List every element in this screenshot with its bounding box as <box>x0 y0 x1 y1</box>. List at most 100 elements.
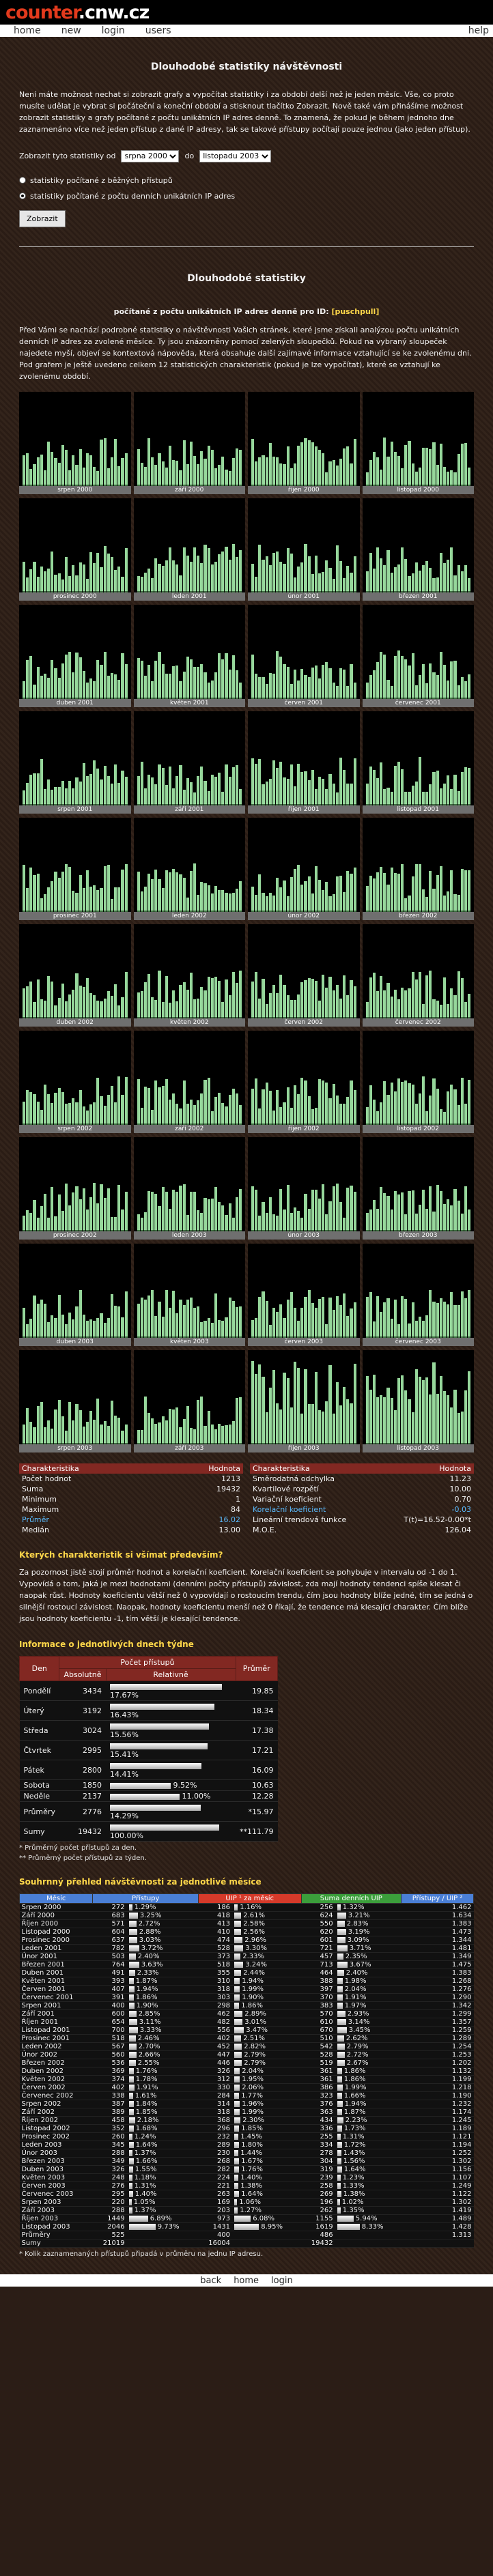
day-bar[interactable] <box>137 872 140 913</box>
day-bar[interactable] <box>372 1321 376 1339</box>
day-bar[interactable] <box>200 1321 203 1339</box>
day-bar[interactable] <box>51 1315 54 1339</box>
day-bar[interactable] <box>272 760 276 806</box>
day-bar[interactable] <box>165 674 168 700</box>
day-bar[interactable] <box>110 457 114 487</box>
day-bar[interactable] <box>268 1324 272 1339</box>
day-bar[interactable] <box>343 1293 346 1339</box>
day-bar[interactable] <box>453 472 457 487</box>
show-button[interactable]: Zobrazit <box>19 210 66 228</box>
day-bar[interactable] <box>286 778 290 806</box>
day-bar[interactable] <box>193 1429 197 1445</box>
day-bar[interactable] <box>85 1321 89 1339</box>
day-bar[interactable] <box>397 999 401 1019</box>
day-bar[interactable] <box>350 663 353 700</box>
day-bar[interactable] <box>203 1321 207 1339</box>
day-bar[interactable] <box>397 1323 401 1339</box>
day-bar[interactable] <box>61 445 64 487</box>
day-bar[interactable] <box>85 978 89 1019</box>
day-bar[interactable] <box>93 994 96 1019</box>
day-bar[interactable] <box>439 553 442 593</box>
day-bar[interactable] <box>300 442 304 487</box>
menu-new[interactable]: new <box>48 25 88 36</box>
day-bar[interactable] <box>107 991 110 1019</box>
day-bar[interactable] <box>372 568 376 593</box>
day-bar[interactable] <box>414 472 418 487</box>
day-bar[interactable] <box>165 1191 168 1232</box>
day-bar[interactable] <box>61 1315 64 1339</box>
day-bar[interactable] <box>117 887 121 913</box>
day-bar[interactable] <box>235 1306 239 1339</box>
day-bar[interactable] <box>397 874 401 913</box>
day-bar[interactable] <box>64 1183 68 1232</box>
day-bar[interactable] <box>339 999 343 1019</box>
day-bar[interactable] <box>29 1092 33 1126</box>
day-bar[interactable] <box>447 1004 450 1019</box>
day-bar[interactable] <box>182 440 186 487</box>
day-bar[interactable] <box>165 785 168 806</box>
day-bar[interactable] <box>193 456 197 487</box>
day-bar[interactable] <box>404 444 408 487</box>
day-bar[interactable] <box>197 555 200 593</box>
day-bar[interactable] <box>117 567 121 593</box>
day-bar[interactable] <box>147 438 151 487</box>
day-bar[interactable] <box>468 994 471 1019</box>
day-bar[interactable] <box>318 1299 322 1339</box>
day-bar[interactable] <box>189 1297 193 1339</box>
day-bar[interactable] <box>447 1199 450 1232</box>
day-bar[interactable] <box>214 1429 218 1445</box>
day-bar[interactable] <box>203 672 207 700</box>
day-bar[interactable] <box>103 999 107 1019</box>
day-bar[interactable] <box>29 981 33 1019</box>
day-bar[interactable] <box>137 1214 140 1232</box>
day-bar[interactable] <box>436 1088 439 1126</box>
day-bar[interactable] <box>193 667 197 700</box>
day-bar[interactable] <box>369 553 372 593</box>
day-bar[interactable] <box>200 451 203 487</box>
day-bar[interactable] <box>235 982 239 1019</box>
day-bar[interactable] <box>468 1289 471 1339</box>
day-bar[interactable] <box>464 442 468 487</box>
day-bar[interactable] <box>314 1371 318 1445</box>
day-bar[interactable] <box>442 1111 447 1126</box>
day-bar[interactable] <box>207 547 210 593</box>
day-bar[interactable] <box>51 789 54 806</box>
day-bar[interactable] <box>328 1201 332 1232</box>
day-bar[interactable] <box>175 1407 179 1445</box>
day-bar[interactable] <box>265 1212 268 1232</box>
day-bar[interactable] <box>186 1300 189 1339</box>
day-bar[interactable] <box>304 881 307 913</box>
day-bar[interactable] <box>386 457 390 487</box>
day-bar[interactable] <box>376 661 380 700</box>
day-bar[interactable] <box>401 1081 404 1126</box>
day-bar[interactable] <box>311 893 314 913</box>
day-bar[interactable] <box>154 464 158 487</box>
day-bar[interactable] <box>335 545 339 593</box>
day-bar[interactable] <box>268 992 272 1019</box>
day-bar[interactable] <box>72 990 75 1019</box>
day-bar[interactable] <box>408 441 411 487</box>
day-bar[interactable] <box>393 567 397 593</box>
day-bar[interactable] <box>365 1297 369 1339</box>
day-bar[interactable] <box>457 791 460 806</box>
day-bar[interactable] <box>268 1197 272 1232</box>
day-bar[interactable] <box>339 1103 343 1126</box>
day-bar[interactable] <box>210 681 214 700</box>
day-bar[interactable] <box>82 467 85 487</box>
day-bar[interactable] <box>262 784 265 806</box>
day-bar[interactable] <box>393 873 397 913</box>
day-bar[interactable] <box>353 758 356 806</box>
day-bar[interactable] <box>450 661 453 700</box>
day-bar[interactable] <box>43 470 47 487</box>
day-bar[interactable] <box>346 783 350 806</box>
day-bar[interactable] <box>114 569 117 593</box>
day-bar[interactable] <box>75 973 79 1019</box>
day-bar[interactable] <box>197 667 200 700</box>
day-bar[interactable] <box>147 1190 151 1232</box>
day-bar[interactable] <box>51 1429 54 1445</box>
day-bar[interactable] <box>328 1364 332 1445</box>
day-bar[interactable] <box>33 773 36 806</box>
day-bar[interactable] <box>318 450 322 487</box>
day-bar[interactable] <box>390 442 393 487</box>
day-bar[interactable] <box>422 447 425 487</box>
